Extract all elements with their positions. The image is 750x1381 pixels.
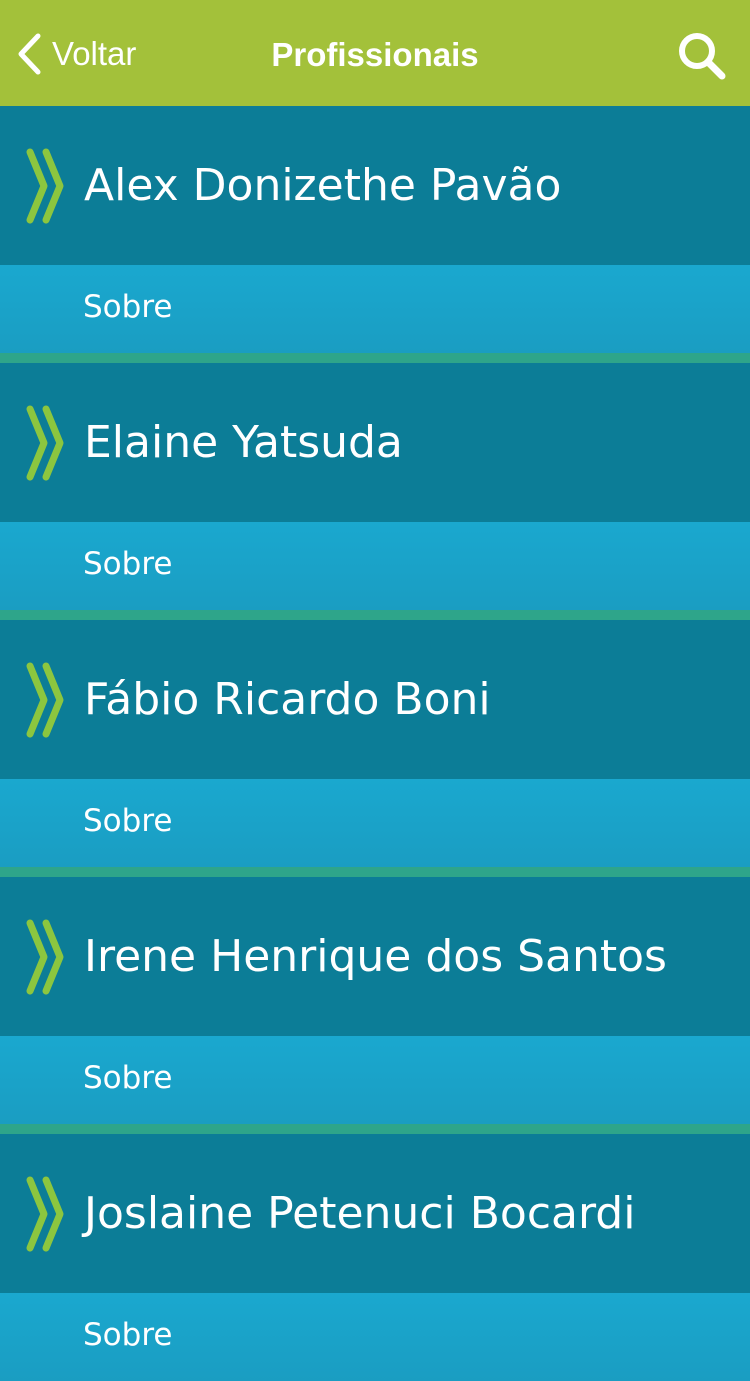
back-button[interactable]: Voltar [16,28,136,80]
sobre-label: Sobre [83,1317,173,1353]
professional-name: Alex Donizethe Pavão [84,160,562,211]
double-chevron-right-icon [26,919,64,995]
professional-name: Joslaine Petenuci Bocardi [84,1188,636,1239]
professional-row[interactable]: Joslaine Petenuci Bocardi [0,1134,750,1293]
chevron-left-icon [18,33,41,75]
double-chevron-right-icon [26,405,64,481]
back-label: Voltar [52,35,137,72]
list-item: Alex Donizethe Pavão Sobre [0,106,750,363]
sobre-button[interactable]: Sobre [0,1036,750,1124]
search-button[interactable] [676,30,728,82]
professional-name: Irene Henrique dos Santos [84,931,667,982]
sobre-button[interactable]: Sobre [0,1293,750,1381]
professional-name: Fábio Ricardo Boni [84,674,491,725]
double-chevron-right-icon [26,148,64,224]
professional-row[interactable]: Fábio Ricardo Boni [0,620,750,779]
list-item: Fábio Ricardo Boni Sobre [0,620,750,877]
sobre-button[interactable]: Sobre [0,265,750,353]
professional-row[interactable]: Elaine Yatsuda [0,363,750,522]
professional-row[interactable]: Alex Donizethe Pavão [0,106,750,265]
professionals-list: Alex Donizethe Pavão Sobre Elaine Yatsud… [0,106,750,1381]
sobre-label: Sobre [83,289,173,325]
divider [0,1124,750,1134]
list-item: Elaine Yatsuda Sobre [0,363,750,620]
search-icon [679,33,726,80]
sobre-button[interactable]: Sobre [0,779,750,867]
list-item: Joslaine Petenuci Bocardi Sobre [0,1134,750,1381]
sobre-label: Sobre [83,803,173,839]
double-chevron-right-icon [26,662,64,738]
professional-name: Elaine Yatsuda [84,417,403,468]
sobre-button[interactable]: Sobre [0,522,750,610]
sobre-label: Sobre [83,546,173,582]
navigation-bar: Voltar Profissionais [0,0,750,106]
divider [0,867,750,877]
divider [0,353,750,363]
list-item: Irene Henrique dos Santos Sobre [0,877,750,1134]
divider [0,610,750,620]
sobre-label: Sobre [83,1060,173,1096]
double-chevron-right-icon [26,1176,64,1252]
professional-row[interactable]: Irene Henrique dos Santos [0,877,750,1036]
